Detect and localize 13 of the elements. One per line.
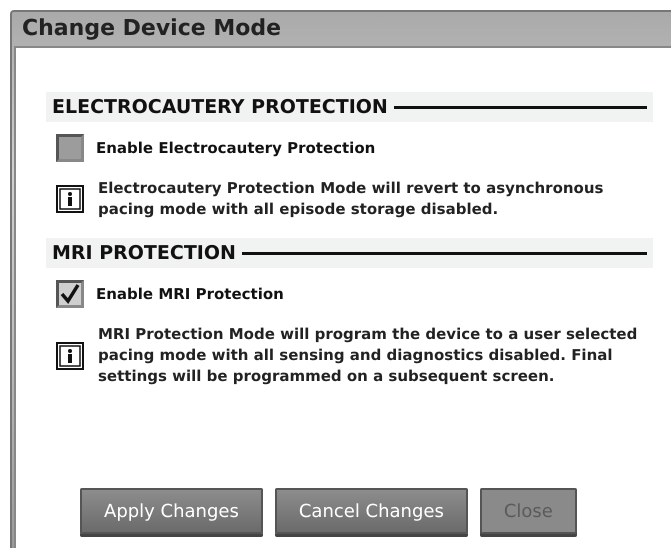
dialog-button[interactable]: Apply Changes (80, 488, 263, 534)
checkbox-label: Enable Electrocautery Protection (96, 139, 376, 157)
info-icon (56, 342, 84, 370)
section-heading: MRI PROTECTION (52, 242, 236, 264)
section-heading: ELECTROCAUTERY PROTECTION (52, 96, 388, 118)
checkbox-label: Enable MRI Protection (96, 285, 284, 303)
checkbox[interactable] (56, 134, 84, 162)
info-text: MRI Protection Mode will program the device to a user selected pacing mode with all sensing and diagnostics disabled. Final settings will be programmed on a subsequent screen. (98, 324, 638, 387)
dialog-button[interactable]: Cancel Changes (274, 488, 468, 534)
info-icon (56, 185, 84, 213)
checkbox[interactable] (56, 280, 84, 308)
window-title: Change Device Mode (21, 15, 282, 43)
info-text: Electrocautery Protection Mode will revert to asynchronous pacing mode with all episode storage disabled. (98, 178, 604, 220)
